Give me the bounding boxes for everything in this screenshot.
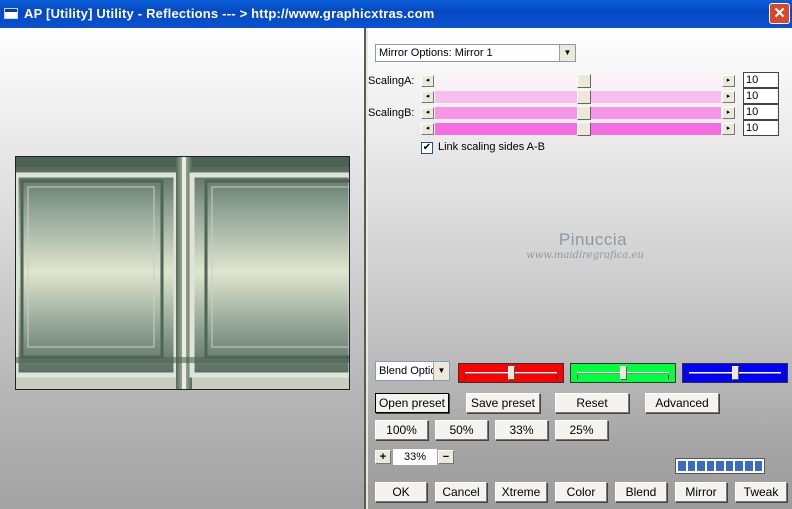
blend-button[interactable]: Blend xyxy=(615,482,667,502)
slider-thumb[interactable] xyxy=(577,122,592,136)
scroll-right-icon[interactable]: ▸ xyxy=(722,75,735,87)
preview-image xyxy=(15,156,350,390)
scaling-a-slider-1[interactable]: ◂ ▸ xyxy=(421,74,735,88)
zoom-100-button[interactable]: 100% xyxy=(375,420,428,440)
progress-segment xyxy=(716,461,724,471)
mirror-button[interactable]: Mirror xyxy=(675,482,727,502)
scroll-right-icon[interactable]: ▸ xyxy=(722,123,735,135)
cancel-button[interactable]: Cancel xyxy=(435,482,487,502)
slider-thumb[interactable] xyxy=(620,366,627,380)
mirror-options-select[interactable]: Mirror Options: Mirror 1 ▼ xyxy=(375,44,576,62)
progress-indicator xyxy=(675,458,765,474)
save-preset-button[interactable]: Save preset xyxy=(466,393,540,413)
slider-thumb[interactable] xyxy=(508,366,515,380)
scaling-b-slider-1[interactable]: ◂ ▸ xyxy=(421,106,735,120)
xtreme-button[interactable]: Xtreme xyxy=(495,482,547,502)
progress-segment xyxy=(678,461,686,471)
reflection-preview-graphic xyxy=(16,157,349,389)
color-button[interactable]: Color xyxy=(555,482,607,502)
window-icon xyxy=(4,8,18,19)
zoom-in-button[interactable]: + xyxy=(375,450,391,464)
link-scaling-checkbox[interactable]: ✔ xyxy=(421,142,433,154)
zoom-25-button[interactable]: 25% xyxy=(555,420,608,440)
progress-segment xyxy=(735,461,743,471)
scaling-a-slider-2[interactable]: ◂ ▸ xyxy=(421,90,735,104)
scroll-left-icon[interactable]: ◂ xyxy=(421,75,434,87)
zoom-value-field[interactable]: 33% xyxy=(393,449,437,465)
window-title: AP [Utility] Utility - Reflections --- >… xyxy=(24,6,435,21)
scaling-b-value-2[interactable]: 10 xyxy=(743,120,779,136)
advanced-button[interactable]: Advanced xyxy=(645,393,719,413)
checkmark-icon: ✔ xyxy=(422,142,432,153)
red-channel-slider[interactable] xyxy=(458,363,564,383)
open-preset-button[interactable]: Open preset xyxy=(375,393,449,413)
ok-button[interactable]: OK xyxy=(375,482,427,502)
zoom-50-button[interactable]: 50% xyxy=(435,420,488,440)
blue-channel-slider[interactable] xyxy=(682,363,788,383)
watermark-url: www.maidiregrafica.eu xyxy=(526,250,644,261)
scaling-a-value-1[interactable]: 10 xyxy=(743,72,779,88)
progress-segment xyxy=(744,461,753,471)
scroll-left-icon[interactable]: ◂ xyxy=(421,107,434,119)
slider-thumb[interactable] xyxy=(577,74,592,88)
zoom-33-button[interactable]: 33% xyxy=(495,420,548,440)
progress-segment xyxy=(706,461,715,471)
progress-segment xyxy=(725,461,734,471)
progress-segment xyxy=(687,461,696,471)
progress-segment xyxy=(697,461,705,471)
tweak-button[interactable]: Tweak xyxy=(735,482,787,502)
scaling-b-label: ScalingB: xyxy=(368,107,415,119)
scroll-left-icon[interactable]: ◂ xyxy=(421,123,434,135)
close-button[interactable]: ✕ xyxy=(769,3,790,24)
progress-segment xyxy=(754,461,763,471)
preview-panel xyxy=(0,28,366,509)
mirror-options-value: Mirror Options: Mirror 1 xyxy=(379,47,493,59)
watermark-name: Pinuccia xyxy=(558,230,628,249)
blend-options-select[interactable]: Blend Optio ▼ xyxy=(375,361,450,381)
slider-thumb[interactable] xyxy=(577,90,592,104)
scroll-right-icon[interactable]: ▸ xyxy=(722,107,735,119)
blend-options-value: Blend Optio xyxy=(379,365,437,377)
link-scaling-label: Link scaling sides A-B xyxy=(438,141,545,153)
chevron-down-icon[interactable]: ▼ xyxy=(559,45,575,61)
zoom-out-button[interactable]: − xyxy=(438,450,454,464)
scaling-b-value-1[interactable]: 10 xyxy=(743,104,779,120)
title-bar: AP [Utility] Utility - Reflections --- >… xyxy=(0,0,792,28)
slider-thumb[interactable] xyxy=(577,106,592,120)
scroll-right-icon[interactable]: ▸ xyxy=(722,91,735,103)
scaling-b-slider-2[interactable]: ◂ ▸ xyxy=(421,122,735,136)
scaling-a-label: ScalingA: xyxy=(368,75,415,87)
reset-button[interactable]: Reset xyxy=(555,393,629,413)
chevron-down-icon[interactable]: ▼ xyxy=(433,362,449,380)
green-channel-slider[interactable] xyxy=(570,363,676,383)
slider-thumb[interactable] xyxy=(732,366,739,380)
scaling-a-value-2[interactable]: 10 xyxy=(743,88,779,104)
scroll-left-icon[interactable]: ◂ xyxy=(421,91,434,103)
